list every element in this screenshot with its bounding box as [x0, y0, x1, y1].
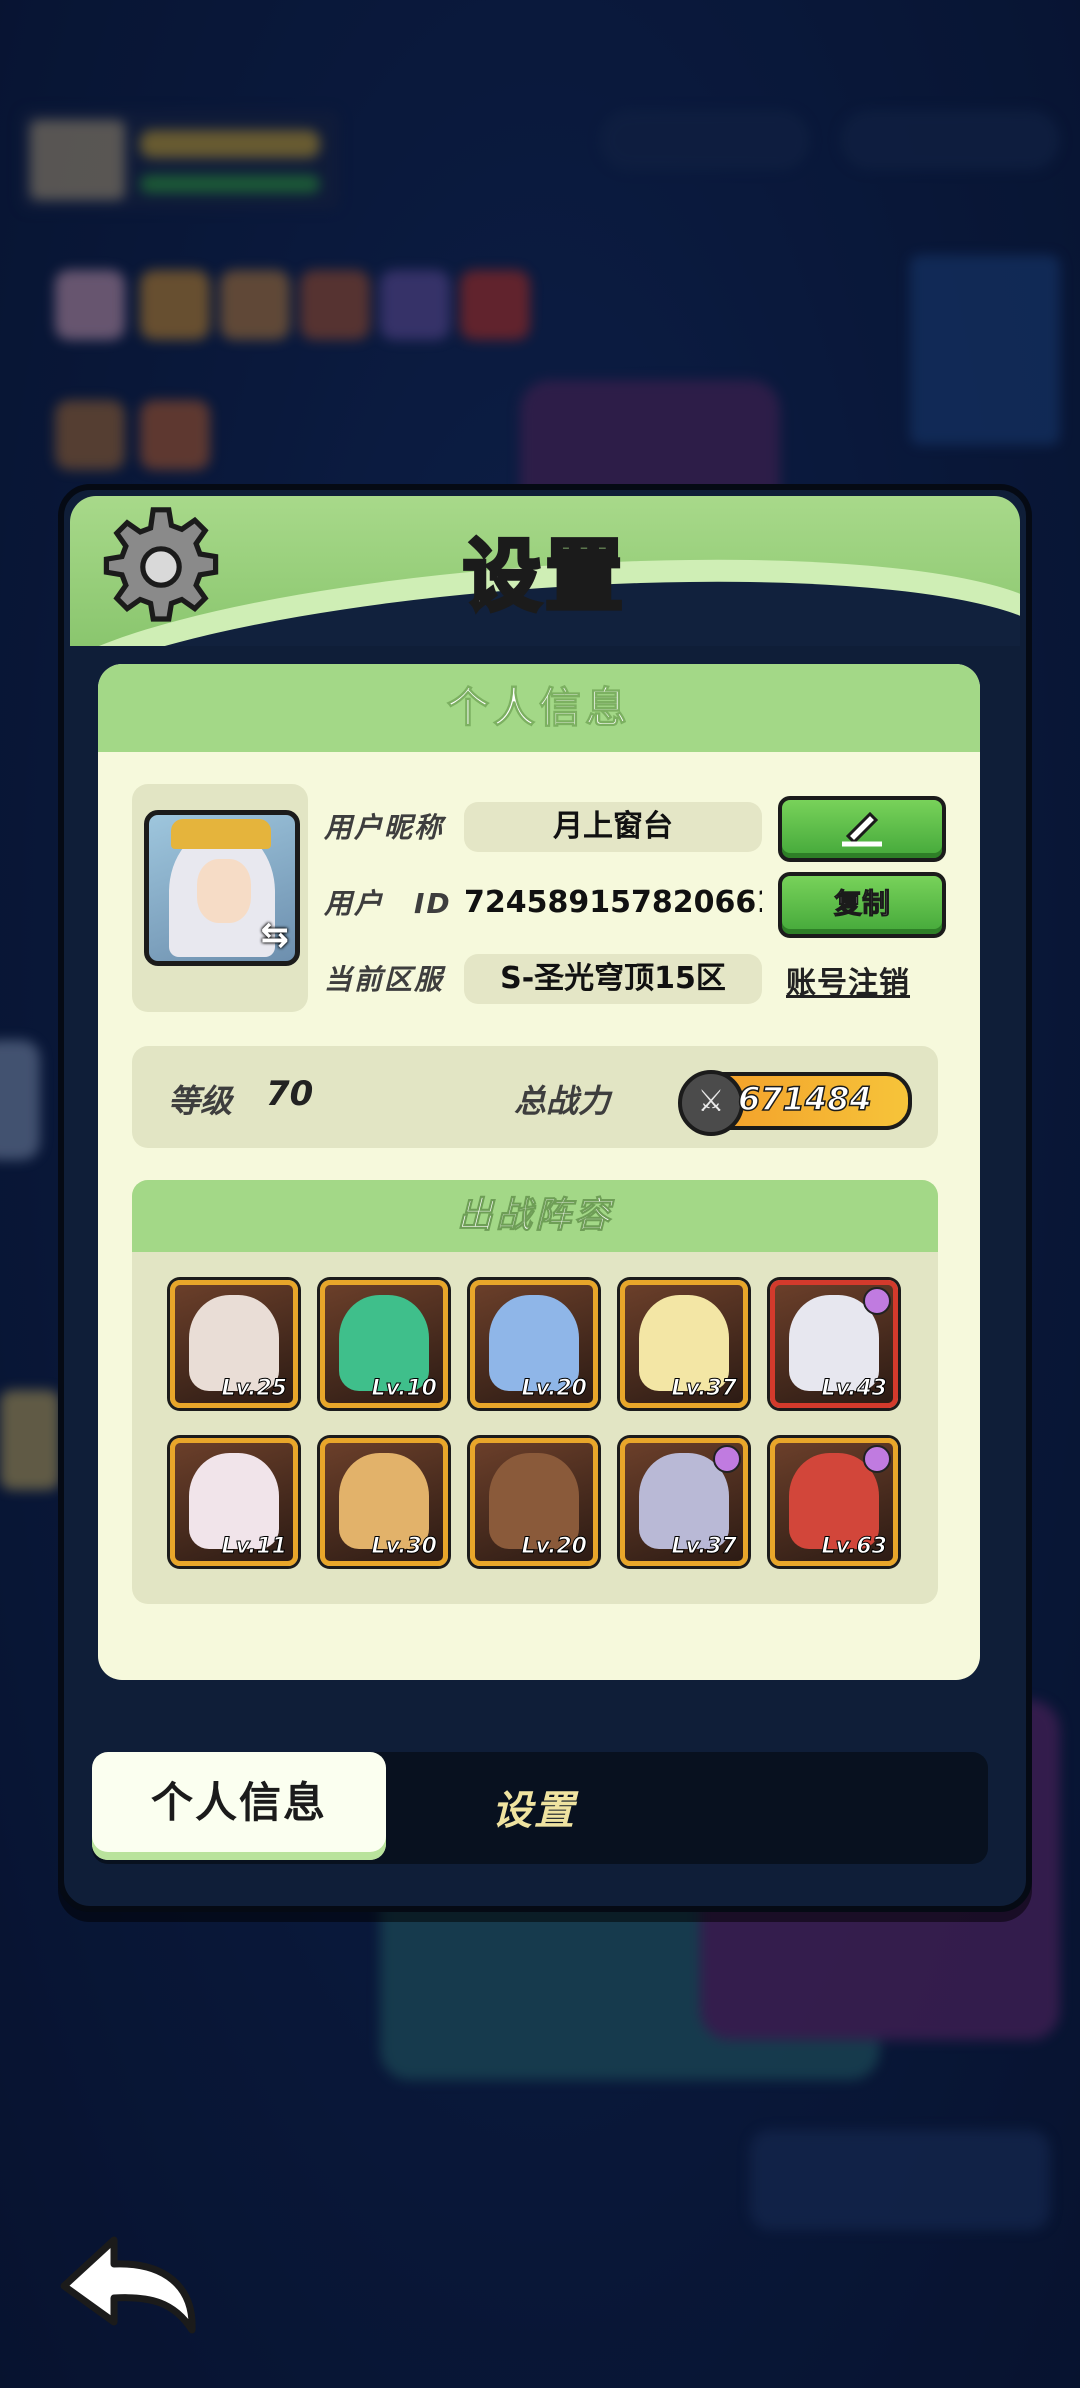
level-value: 70	[266, 1074, 314, 1114]
hero-slot[interactable]: Lv.10	[320, 1280, 448, 1408]
hero-level: Lv.37	[671, 1376, 738, 1402]
nickname-value: 月上窗台	[464, 802, 762, 852]
nickname-label: 用户昵称	[324, 811, 445, 844]
hero-slot[interactable]: Lv.37	[620, 1280, 748, 1408]
tab-personal-info[interactable]: 个人信息	[92, 1752, 386, 1860]
hero-level: Lv.20	[521, 1376, 588, 1402]
hero-level: Lv.30	[371, 1534, 438, 1560]
swap-avatar-icon: ⇆	[260, 915, 290, 955]
hero-level: Lv.43	[821, 1376, 888, 1402]
hero-badge-icon	[713, 1445, 741, 1473]
server-value: S-圣光穹顶15区	[464, 954, 762, 1004]
power-value: 671484	[737, 1079, 872, 1119]
hero-level: Lv.20	[521, 1534, 588, 1560]
user-id-label: 用户 ID	[324, 887, 452, 920]
battle-lineup: 出战阵容 Lv.25 Lv.10 Lv.20 Lv.37 Lv.43 Lv.11 Lv.30…	[132, 1180, 938, 1604]
power-label: 总战力	[514, 1082, 611, 1120]
battle-lineup-heading: 出战阵容	[132, 1180, 938, 1252]
copy-id-button[interactable]: 复制	[778, 872, 946, 938]
edit-nickname-button[interactable]	[778, 796, 946, 862]
avatar-box: ⇆	[132, 784, 308, 1012]
hero-slot[interactable]: Lv.11	[170, 1438, 298, 1566]
server-label: 当前区服	[324, 963, 445, 996]
personal-info-card: 个人信息 ⇆ 用户昵称 月上窗台 用户 ID 7245891578206618 …	[98, 664, 980, 1680]
hero-slot[interactable]: Lv.30	[320, 1438, 448, 1566]
tab-bar: 个人信息 设置	[92, 1752, 988, 1864]
hero-slot[interactable]: Lv.43	[770, 1280, 898, 1408]
hero-level: Lv.11	[221, 1534, 288, 1560]
user-id-value: 7245891578206618	[464, 885, 762, 920]
account-deletion-link[interactable]: 账号注销	[786, 958, 910, 1002]
hero-slot[interactable]: Lv.20	[470, 1438, 598, 1566]
hero-slot[interactable]: Lv.25	[170, 1280, 298, 1408]
power-badge: ⚔ 671484	[678, 1070, 912, 1136]
hero-level: Lv.25	[221, 1376, 288, 1402]
panel-header: 设置	[70, 496, 1020, 646]
hero-slot[interactable]: Lv.63	[770, 1438, 898, 1566]
tab-settings[interactable]: 设置	[492, 1778, 576, 1836]
hero-slot[interactable]: Lv.20	[470, 1280, 598, 1408]
hero-badge-icon	[863, 1287, 891, 1315]
pencil-icon	[842, 811, 882, 847]
personal-info-heading: 个人信息	[98, 664, 980, 752]
level-label: 等级	[168, 1082, 233, 1120]
hero-level: Lv.63	[821, 1534, 888, 1560]
hero-slot[interactable]: Lv.37	[620, 1438, 748, 1566]
stats-row: 等级 70 总战力 ⚔ 671484	[132, 1046, 938, 1148]
avatar[interactable]: ⇆	[144, 810, 300, 966]
hero-level: Lv.10	[371, 1376, 438, 1402]
hero-level: Lv.37	[671, 1534, 738, 1560]
hero-badge-icon	[863, 1445, 891, 1473]
crossed-swords-icon: ⚔	[678, 1070, 744, 1136]
back-arrow-icon[interactable]	[54, 2226, 204, 2336]
panel-title: 设置	[461, 530, 627, 624]
